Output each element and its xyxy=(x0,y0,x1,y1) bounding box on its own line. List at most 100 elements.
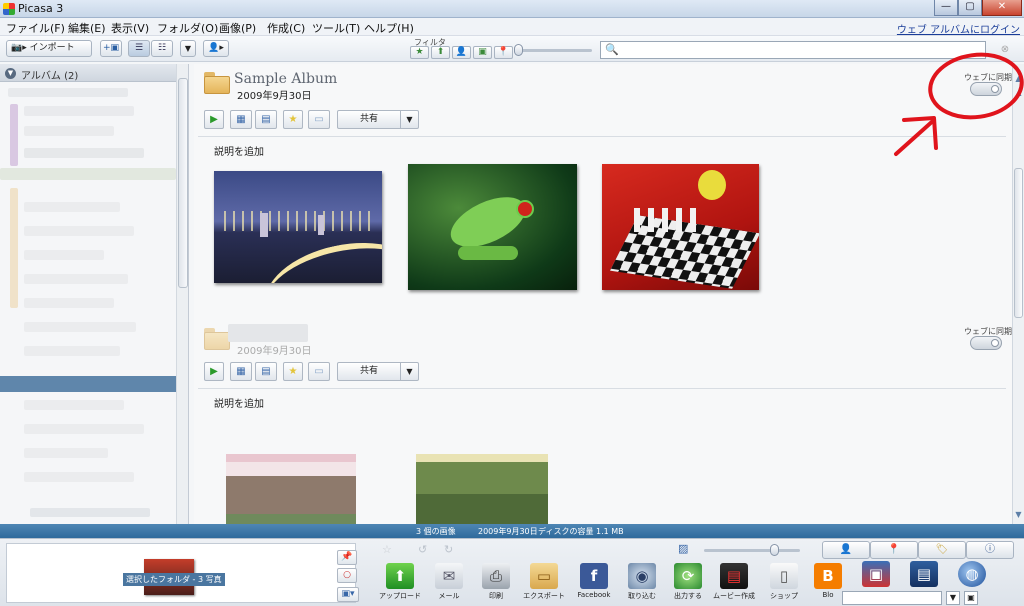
clear-tray-button[interactable]: ○ xyxy=(337,568,357,583)
filter-upload-icon[interactable]: ⬆ xyxy=(431,46,450,59)
scroll-down-arrow-icon[interactable]: ▼ xyxy=(1014,510,1023,519)
library-scrollbar[interactable]: ▲ ▲ ▼ xyxy=(1012,64,1024,524)
expand-icon[interactable]: ▣ xyxy=(964,591,978,605)
shop-tool[interactable]: ▯ ショップ xyxy=(762,563,806,605)
chevron-down-icon[interactable]: ▼ xyxy=(946,591,960,605)
photo-tray-holder[interactable]: 選択したフォルダ - 3 写真 📌 ○ ▣▾ xyxy=(6,543,359,603)
search-input[interactable]: 🔍 xyxy=(600,41,986,59)
slideshow-play-button[interactable]: ▶ xyxy=(204,362,224,381)
thumbnail-size-slider[interactable] xyxy=(704,549,800,552)
view-options-dropdown[interactable]: ▼ xyxy=(180,40,196,57)
album-list-scrollbar[interactable] xyxy=(176,64,188,524)
filter-person-icon[interactable]: 👤 xyxy=(452,46,471,59)
facebook-tool[interactable]: f Facebook xyxy=(572,563,616,605)
blurred-folder-row[interactable] xyxy=(24,148,144,158)
movie-create-button[interactable]: ▤ xyxy=(255,110,277,129)
tree-view-button[interactable]: ☷ xyxy=(151,40,173,57)
email-tool[interactable]: ✉ メール xyxy=(427,563,471,605)
menu-tools[interactable]: ツール(T) xyxy=(312,20,360,36)
places-panel-button[interactable]: 📍 xyxy=(870,541,918,559)
menu-edit[interactable]: 編集(E) xyxy=(68,20,106,36)
info-panel-button[interactable]: ⓘ xyxy=(966,541,1014,559)
maximize-button[interactable]: ▢ xyxy=(958,0,982,16)
import-button[interactable]: 📷▸ インポート xyxy=(6,40,92,57)
blurred-folder-row[interactable] xyxy=(8,88,128,97)
blurred-folder-row[interactable] xyxy=(24,400,124,410)
import-tool[interactable]: ◉ 取り込む xyxy=(620,563,664,605)
filter-movie-icon[interactable]: ▣ xyxy=(473,46,492,59)
blurred-folder-row[interactable] xyxy=(24,424,144,434)
blurred-folder-row[interactable] xyxy=(24,472,134,482)
collapse-triangle-icon[interactable]: ▼ xyxy=(5,68,16,79)
add-description-field[interactable]: 説明を追加 xyxy=(214,395,264,410)
selected-folder-row[interactable] xyxy=(0,376,176,392)
upload-tool[interactable]: ⬆ アップロード xyxy=(378,563,422,605)
add-to-album-button[interactable]: +▣ xyxy=(100,40,122,57)
blurred-folder-row[interactable] xyxy=(24,448,108,458)
web-album-login-link[interactable]: ウェブ アルバムにログイン xyxy=(897,21,1020,36)
add-to-album-button[interactable]: ▣▾ xyxy=(337,587,359,602)
blurred-folder-row[interactable] xyxy=(24,274,128,284)
export-collage-button[interactable]: ▦ xyxy=(230,110,252,129)
star-button[interactable]: ★ xyxy=(283,362,303,381)
blurred-folder-row[interactable] xyxy=(24,298,114,308)
hold-button[interactable]: 📌 xyxy=(337,550,357,565)
filter-slider-knob[interactable] xyxy=(514,44,523,56)
blurred-folder-row[interactable] xyxy=(24,250,104,260)
people-panel-button[interactable]: 👤 xyxy=(822,541,870,559)
album-section-header[interactable]: ▼ アルバム (2) xyxy=(0,64,176,82)
tray-search-field[interactable] xyxy=(842,591,942,605)
menu-help[interactable]: ヘルプ(H) xyxy=(364,20,414,36)
menu-file[interactable]: ファイル(F) xyxy=(6,20,65,36)
filter-star-icon[interactable]: ★ xyxy=(410,46,429,59)
album-list-scroll-thumb[interactable] xyxy=(178,78,188,288)
thumbnail-size-knob[interactable] xyxy=(770,544,779,556)
rotate-right-icon[interactable]: ↻ xyxy=(444,543,460,557)
filter-geotag-icon[interactable]: 📍 xyxy=(494,46,513,59)
share-button[interactable]: 共有 ▼ xyxy=(337,110,419,129)
filter-slider-track[interactable] xyxy=(518,49,592,52)
blurred-album-title[interactable] xyxy=(228,324,308,342)
blurred-folder-row[interactable] xyxy=(24,226,134,236)
parrot-chess-photo[interactable] xyxy=(602,164,759,290)
upload-person-button[interactable]: 👤▸ xyxy=(203,40,229,57)
frog-photo[interactable] xyxy=(408,164,577,290)
tray-star-icon[interactable]: ☆ xyxy=(382,543,404,557)
menu-view[interactable]: 表示(V) xyxy=(111,20,149,36)
flat-view-button[interactable]: ☰ xyxy=(128,40,150,57)
minimize-button[interactable]: — xyxy=(934,0,958,16)
blurred-photo[interactable] xyxy=(416,454,548,524)
blurred-folder-row[interactable] xyxy=(0,168,176,180)
star-button[interactable]: ★ xyxy=(283,110,303,129)
blurred-photo[interactable] xyxy=(226,454,356,524)
blurred-folder-row[interactable] xyxy=(30,508,150,517)
album-title[interactable]: Sample Album xyxy=(234,71,337,87)
clear-search-icon[interactable]: ⊗ xyxy=(992,41,1018,59)
rotate-left-icon[interactable]: ↺ xyxy=(418,543,434,557)
chevron-down-icon[interactable]: ▼ xyxy=(400,111,418,128)
blurred-folder-row[interactable] xyxy=(24,202,120,212)
scroll-up-arrow-icon[interactable]: ▲ xyxy=(1014,88,1023,97)
scroll-top-arrow-icon[interactable]: ▲ xyxy=(1014,74,1023,83)
add-description-field[interactable]: 説明を追加 xyxy=(214,143,264,158)
output-tool[interactable]: ⟳ 出力する xyxy=(666,563,710,605)
menu-folder[interactable]: フォルダ(O) xyxy=(157,20,218,36)
save-button[interactable]: ▭ xyxy=(308,110,330,129)
close-button[interactable]: ✕ xyxy=(982,0,1022,16)
save-button[interactable]: ▭ xyxy=(308,362,330,381)
movie-create-button[interactable]: ▤ xyxy=(255,362,277,381)
chevron-down-icon[interactable]: ▼ xyxy=(400,363,418,380)
menu-create[interactable]: 作成(C) xyxy=(267,20,305,36)
menu-picture[interactable]: 画像(P) xyxy=(219,20,256,36)
web-sync-toggle[interactable] xyxy=(970,82,1002,96)
movie-create-tool[interactable]: ▤ ムービー作成 xyxy=(712,563,756,605)
tags-panel-button[interactable]: 🏷 xyxy=(918,541,966,559)
print-tool[interactable]: ⎙ 印刷 xyxy=(474,563,518,605)
blurred-folder-row[interactable] xyxy=(24,322,136,332)
web-sync-toggle[interactable] xyxy=(970,336,1002,350)
share-button[interactable]: 共有 ▼ xyxy=(337,362,419,381)
blurred-folder-row[interactable] xyxy=(24,346,120,356)
export-collage-button[interactable]: ▦ xyxy=(230,362,252,381)
blurred-folder-row[interactable] xyxy=(24,106,134,116)
blurred-folder-row[interactable] xyxy=(24,126,114,136)
